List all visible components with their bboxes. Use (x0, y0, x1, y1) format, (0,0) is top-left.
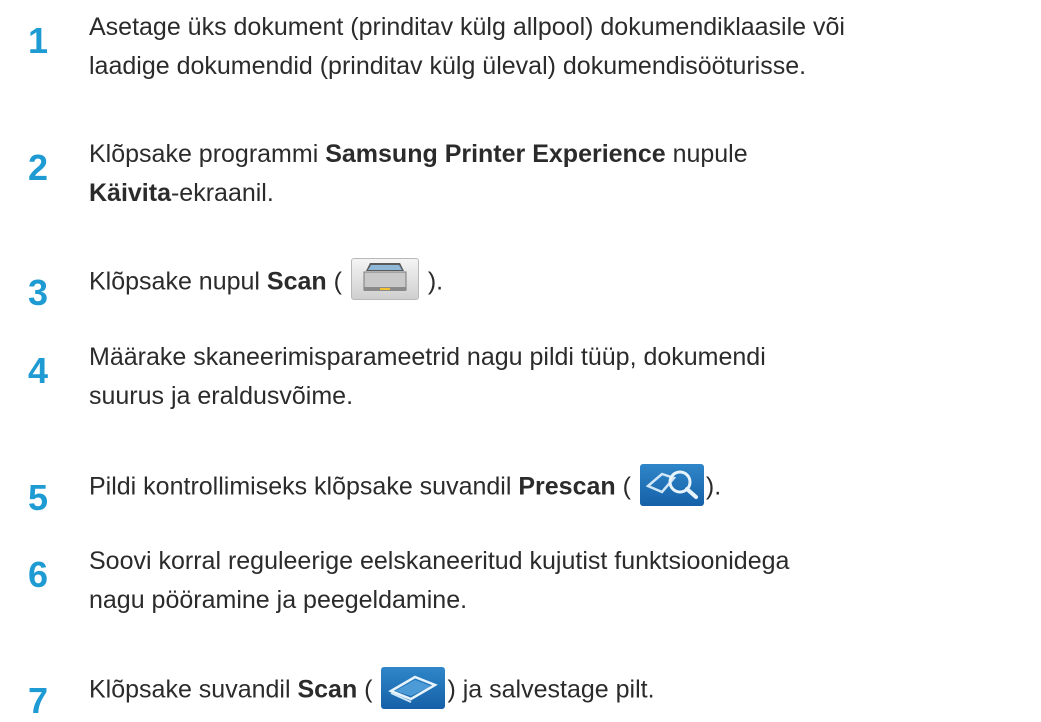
step-text: Asetage üks dokument (prinditav külg all… (89, 8, 1029, 86)
step-number: 6 (28, 554, 49, 595)
step-text: Pildi kontrollimiseks klõpsake suvandil … (89, 464, 1029, 509)
step-text: Klõpsake programmi Samsung Printer Exper… (89, 135, 1029, 213)
step-text-segment: nupule (665, 140, 748, 168)
step-number: 7 (28, 680, 49, 721)
button-name: Scan (297, 675, 358, 704)
step-text-segment: Klõpsake programmi (89, 140, 326, 168)
step-text-segment: Klõpsake suvandil (89, 675, 298, 704)
step-text-line: Asetage üks dokument (prinditav külg all… (89, 13, 845, 41)
prescan-magnifier-icon (639, 464, 704, 506)
step-text-segment: ( (615, 472, 631, 501)
step-text-line: Määrake skaneerimisparameetrid nagu pild… (89, 343, 766, 371)
step-text-segment: ) ja salvestage pilt. (447, 675, 655, 704)
step-text-line: Soovi korral reguleerige eelskaneeritud … (89, 547, 790, 575)
step-text-segment: ( (326, 267, 342, 296)
scan-flatbed-icon (381, 667, 446, 709)
button-name: Prescan (518, 472, 616, 501)
step-text-segment: Pildi kontrollimiseks klõpsake suvandil (89, 472, 519, 501)
scanner-icon (350, 258, 419, 300)
step-text-segment: ). (705, 472, 722, 501)
step-text-segment: Klõpsake nupul (89, 267, 267, 296)
step-text-line: nagu pööramine ja peegeldamine. (89, 586, 468, 614)
step-text: Soovi korral reguleerige eelskaneeritud … (89, 542, 1029, 620)
step-number: 5 (28, 477, 49, 518)
step-number: 1 (28, 20, 49, 61)
step-text: Klõpsake suvandil Scan ( ) ja salvestage… (89, 667, 1029, 712)
step-text: Klõpsake nupul Scan ( ). (89, 258, 1029, 304)
step-text: Määrake skaneerimisparameetrid nagu pild… (89, 338, 1029, 416)
step-text-segment: ). (420, 267, 444, 296)
step-text-line: laadige dokumendid (prinditav külg üleva… (89, 52, 807, 80)
screen-name: Käivita (89, 179, 171, 207)
button-name: Scan (266, 267, 327, 296)
step-text-segment: -ekraanil. (170, 179, 274, 207)
app-name: Samsung Printer Experience (325, 140, 666, 168)
step-number: 2 (28, 147, 49, 188)
step-text-line: suurus ja eraldusvõime. (89, 382, 354, 410)
step-text-segment: ( (357, 675, 373, 704)
step-number: 3 (28, 272, 49, 313)
step-number: 4 (28, 350, 49, 391)
